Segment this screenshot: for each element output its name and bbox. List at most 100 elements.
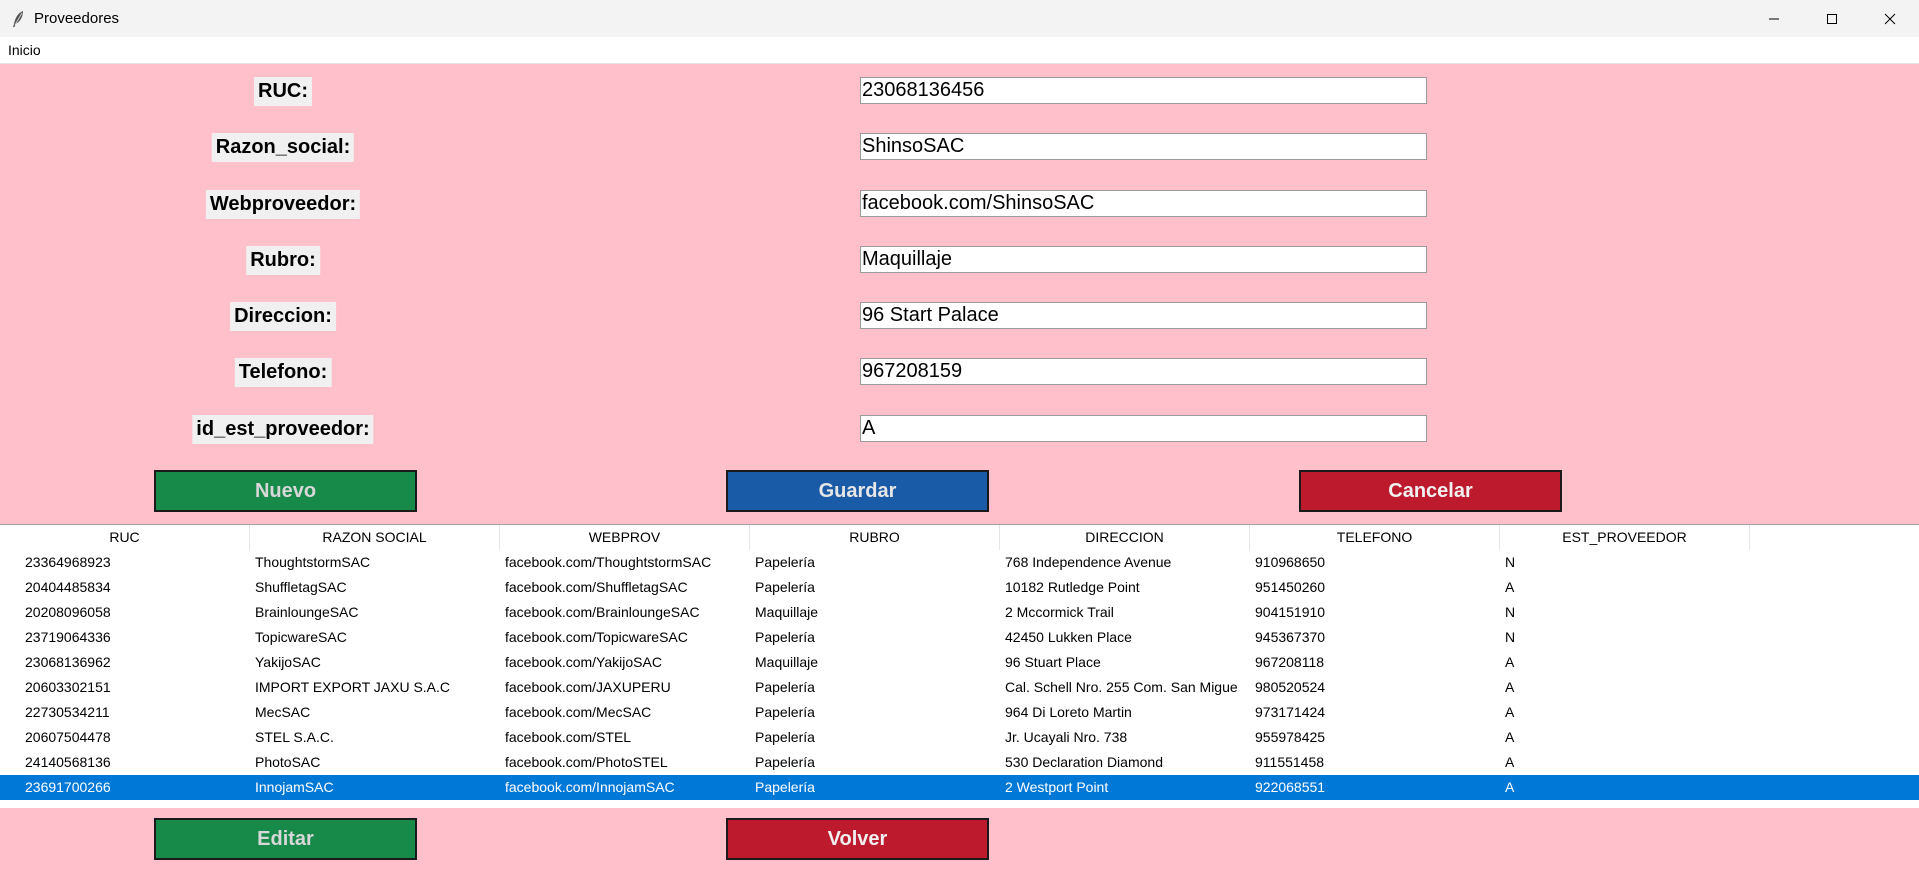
- cell-rubro: Papelería: [755, 579, 815, 595]
- column-header-est-proveedor[interactable]: EST_PROVEEDOR: [1500, 525, 1750, 550]
- cell-ruc: 22730534211: [25, 704, 110, 720]
- webproveedor-field[interactable]: [860, 190, 1427, 217]
- cell-est-proveedor: A: [1505, 579, 1515, 595]
- proveedores-table[interactable]: RUC RAZON SOCIAL WEBPROV RUBRO DIRECCION…: [0, 524, 1919, 808]
- cell-rubro: Papelería: [755, 679, 815, 695]
- nuevo-button[interactable]: Nuevo: [154, 470, 417, 512]
- cell-telefono: 951450260: [1255, 579, 1326, 595]
- webproveedor-label: Webproveedor:: [205, 190, 361, 219]
- cell-webprov: facebook.com/ThoughtstormSAC: [505, 554, 712, 570]
- cancelar-button[interactable]: Cancelar: [1299, 470, 1562, 512]
- cell-webprov: facebook.com/ShuffletagSAC: [505, 579, 688, 595]
- editar-button[interactable]: Editar: [154, 818, 417, 860]
- cell-est-proveedor: N: [1505, 629, 1516, 645]
- direccion-field[interactable]: [860, 302, 1427, 329]
- cell-rubro: Papelería: [755, 704, 815, 720]
- cell-direccion: 964 Di Loreto Martin: [1005, 704, 1132, 720]
- cell-razon-social: ShuffletagSAC: [255, 579, 347, 595]
- cell-webprov: facebook.com/YakijoSAC: [505, 654, 662, 670]
- cell-ruc: 20607504478: [25, 729, 111, 745]
- cell-telefono: 955978425: [1255, 729, 1326, 745]
- cell-ruc: 23691700266: [25, 779, 111, 795]
- cell-telefono: 922068551: [1255, 779, 1326, 795]
- table-row[interactable]: 23068136962 YakijoSAC facebook.com/YakijoS…: [0, 650, 1919, 675]
- cell-rubro: Papelería: [755, 554, 815, 570]
- id-est-proveedor-label: id_est_proveedor:: [192, 415, 374, 444]
- table-row[interactable]: 20607504478 STEL S.A.C. facebook.com/STEL P…: [0, 725, 1919, 750]
- razon-social-field[interactable]: [860, 133, 1427, 160]
- table-row[interactable]: 23691700266 InnojamSAC facebook.com/Innoja…: [0, 775, 1919, 800]
- cell-direccion: Cal. Schell Nro. 255 Com. San Migue: [1005, 679, 1238, 695]
- cell-webprov: facebook.com/PhotoSTEL: [505, 754, 668, 770]
- feather-app-icon: [13, 10, 23, 27]
- table-row[interactable]: 20208096058 BrainloungeSAC facebook.com/Br…: [0, 600, 1919, 625]
- column-header-telefono[interactable]: TELEFONO: [1250, 525, 1500, 550]
- menu-item-inicio[interactable]: Inicio: [8, 42, 41, 58]
- cell-telefono: 945367370: [1255, 629, 1326, 645]
- cell-webprov: facebook.com/BrainloungeSAC: [505, 604, 700, 620]
- table-header: RUC RAZON SOCIAL WEBPROV RUBRO DIRECCION…: [0, 525, 1919, 550]
- cell-rubro: Maquillaje: [755, 604, 819, 620]
- volver-button[interactable]: Volver: [726, 818, 989, 860]
- table-row[interactable]: 24140568136 PhotoSAC facebook.com/PhotoSTE…: [0, 750, 1919, 775]
- cell-razon-social: YakijoSAC: [255, 654, 321, 670]
- cell-rubro: Papelería: [755, 729, 815, 745]
- minimize-icon: [1769, 18, 1779, 19]
- cell-razon-social: TopicwareSAC: [255, 629, 347, 645]
- guardar-button[interactable]: Guardar: [726, 470, 989, 512]
- cell-telefono: 910968650: [1255, 554, 1326, 570]
- cell-razon-social: STEL S.A.C.: [255, 729, 334, 745]
- column-header-rubro[interactable]: RUBRO: [750, 525, 1000, 550]
- cell-telefono: 904151910: [1255, 604, 1326, 620]
- table-row[interactable]: 20404485834 ShuffletagSAC facebook.com/Shu…: [0, 575, 1919, 600]
- direccion-label: Direccion:: [230, 302, 336, 331]
- cell-ruc: 20208096058: [25, 604, 111, 620]
- cell-telefono: 973171424: [1255, 704, 1326, 720]
- cell-ruc: 23719064336: [25, 629, 111, 645]
- cell-direccion: Jr. Ucayali Nro. 738: [1005, 729, 1128, 745]
- table-row[interactable]: 22730534211 MecSAC facebook.com/MecSAC Pape…: [0, 700, 1919, 725]
- cell-direccion: 2 Westport Point: [1005, 779, 1109, 795]
- table-row[interactable]: 20603302151 IMPORT EXPORT JAXU S.A.C faceb…: [0, 675, 1919, 700]
- cell-telefono: 911551458: [1255, 754, 1325, 770]
- id-est-proveedor-field[interactable]: [860, 415, 1427, 442]
- cell-est-proveedor: N: [1505, 554, 1516, 570]
- close-button[interactable]: [1861, 0, 1919, 37]
- cell-direccion: 10182 Rutledge Point: [1005, 579, 1140, 595]
- maximize-button[interactable]: [1803, 0, 1861, 37]
- table-row[interactable]: 23364968923 ThoughtstormSAC facebook.com/T…: [0, 550, 1919, 575]
- cell-direccion: 768 Independence Avenue: [1005, 554, 1172, 570]
- rubro-field[interactable]: [860, 246, 1427, 273]
- window-title: Proveedores: [34, 10, 120, 27]
- cell-est-proveedor: A: [1505, 754, 1515, 770]
- cell-razon-social: IMPORT EXPORT JAXU S.A.C: [255, 679, 451, 695]
- cell-rubro: Papelería: [755, 754, 815, 770]
- cell-ruc: 20603302151: [25, 679, 111, 695]
- cell-direccion: 42450 Lukken Place: [1005, 629, 1132, 645]
- close-icon: [1884, 13, 1896, 24]
- cell-telefono: 980520524: [1255, 679, 1326, 695]
- column-header-razon-social[interactable]: RAZON SOCIAL: [250, 525, 500, 550]
- telefono-field[interactable]: [860, 358, 1427, 385]
- ruc-field[interactable]: [860, 77, 1427, 104]
- cell-razon-social: PhotoSAC: [255, 754, 321, 770]
- cell-ruc: 20404485834: [25, 579, 111, 595]
- column-header-ruc[interactable]: RUC: [0, 525, 250, 550]
- maximize-icon: [1827, 13, 1837, 24]
- cell-est-proveedor: A: [1505, 654, 1515, 670]
- cell-webprov: facebook.com/MecSAC: [505, 704, 652, 720]
- cell-rubro: Maquillaje: [755, 654, 819, 670]
- column-header-webprov[interactable]: WEBPROV: [500, 525, 750, 550]
- cell-rubro: Papelería: [755, 779, 815, 795]
- cell-razon-social: ThoughtstormSAC: [255, 554, 371, 570]
- telefono-label: Telefono:: [234, 358, 332, 387]
- menu-bar: Inicio: [0, 37, 1919, 64]
- column-header-direccion[interactable]: DIRECCION: [1000, 525, 1250, 550]
- table-row[interactable]: 23719064336 TopicwareSAC facebook.com/Topi…: [0, 625, 1919, 650]
- cell-webprov: facebook.com/InnojamSAC: [505, 779, 675, 795]
- minimize-button[interactable]: [1745, 0, 1803, 37]
- rubro-label: Rubro:: [246, 246, 320, 275]
- cell-est-proveedor: A: [1505, 704, 1515, 720]
- title-bar: Proveedores: [0, 0, 1919, 37]
- cell-direccion: 96 Stuart Place: [1005, 654, 1101, 670]
